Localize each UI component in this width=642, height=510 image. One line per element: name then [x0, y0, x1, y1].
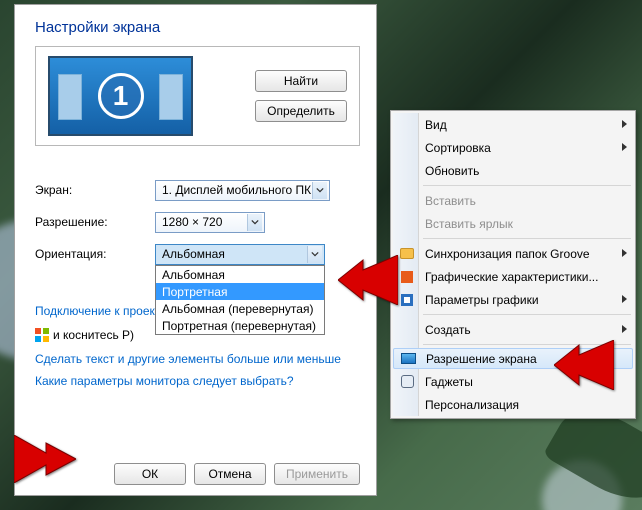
screen-label: Экран:: [35, 183, 155, 197]
menu-label: Вставить ярлык: [425, 217, 513, 231]
menu-sort[interactable]: Сортировка: [393, 136, 633, 159]
menu-label: Сортировка: [425, 141, 491, 155]
menu-paste-shortcut: Вставить ярлык: [393, 212, 633, 235]
orientation-option[interactable]: Портретная: [156, 283, 324, 300]
chevron-down-icon: [247, 214, 262, 231]
menu-personalize[interactable]: Персонализация: [393, 393, 633, 416]
display-settings-dialog: Настройки экрана 1 Найти Определить Экра…: [14, 4, 377, 496]
submenu-arrow-icon: [622, 120, 627, 128]
menu-paste: Вставить: [393, 189, 633, 212]
menu-label: Параметры графики: [425, 293, 539, 307]
red-arrow-pointer: [14, 435, 76, 486]
menu-create[interactable]: Создать: [393, 318, 633, 341]
orientation-option[interactable]: Альбомная: [156, 266, 324, 283]
text-size-link[interactable]: Сделать текст и другие элементы больше и…: [35, 348, 341, 370]
monitor-icon: [400, 351, 416, 367]
menu-groove[interactable]: Синхронизация папок Groove: [393, 242, 633, 265]
menu-separator: [423, 314, 631, 315]
menu-separator: [423, 185, 631, 186]
find-button[interactable]: Найти: [255, 70, 347, 92]
screen-value: 1. Дисплей мобильного ПК: [162, 183, 311, 197]
red-arrow-pointer: [554, 340, 614, 393]
gfx-icon: [399, 292, 415, 308]
menu-label: Персонализация: [425, 398, 519, 412]
gadget-icon: [399, 374, 415, 390]
menu-gfx-characteristics[interactable]: Графические характеристики...: [393, 265, 633, 288]
menu-separator: [423, 238, 631, 239]
menu-label: Графические характеристики...: [425, 270, 598, 284]
menu-view[interactable]: Вид: [393, 113, 633, 136]
which-params-link[interactable]: Какие параметры монитора следует выбрать…: [35, 370, 294, 392]
screen-combo[interactable]: 1. Дисплей мобильного ПК: [155, 180, 330, 201]
menu-label: Разрешение экрана: [426, 352, 537, 366]
menu-label: Обновить: [425, 164, 479, 178]
detect-button[interactable]: Определить: [255, 100, 347, 122]
display-preview-box: 1 Найти Определить: [35, 46, 360, 146]
apply-button[interactable]: Применить: [274, 463, 360, 485]
monitor-thumbnail[interactable]: 1: [48, 56, 193, 136]
dialog-title: Настройки экрана: [35, 19, 360, 36]
resolution-value: 1280 × 720: [162, 215, 222, 229]
menu-label: Синхронизация папок Groove: [425, 247, 590, 261]
submenu-arrow-icon: [622, 295, 627, 303]
monitor-number: 1: [98, 73, 144, 119]
orientation-option[interactable]: Альбомная (перевернутая): [156, 300, 324, 317]
folder-sync-icon: [399, 246, 415, 262]
orientation-label: Ориентация:: [35, 247, 155, 261]
menu-label: Гаджеты: [425, 375, 473, 389]
orientation-value: Альбомная: [162, 247, 225, 261]
connect-projector-link[interactable]: Подключение к проек: [35, 300, 155, 322]
red-arrow-pointer: [338, 255, 398, 308]
cancel-button[interactable]: Отмена: [194, 463, 266, 485]
orientation-option[interactable]: Портретная (перевернутая): [156, 317, 324, 334]
menu-label: Вставить: [425, 194, 476, 208]
submenu-arrow-icon: [622, 249, 627, 257]
menu-label: Вид: [425, 118, 447, 132]
chart-icon: [399, 269, 415, 285]
windows-flag-icon: [35, 328, 49, 342]
submenu-arrow-icon: [622, 325, 627, 333]
chevron-down-icon: [307, 246, 322, 263]
projector-hint: и коснитесь P): [53, 324, 134, 346]
resolution-combo[interactable]: 1280 × 720: [155, 212, 265, 233]
menu-gfx-params[interactable]: Параметры графики: [393, 288, 633, 311]
menu-label: Создать: [425, 323, 471, 337]
orientation-combo[interactable]: Альбомная Альбомная Портретная Альбомная…: [155, 244, 325, 265]
submenu-arrow-icon: [622, 143, 627, 151]
chevron-down-icon: [312, 182, 327, 199]
resolution-label: Разрешение:: [35, 215, 155, 229]
orientation-dropdown: Альбомная Портретная Альбомная (переверн…: [155, 265, 325, 335]
ok-button[interactable]: ОК: [114, 463, 186, 485]
menu-refresh[interactable]: Обновить: [393, 159, 633, 182]
